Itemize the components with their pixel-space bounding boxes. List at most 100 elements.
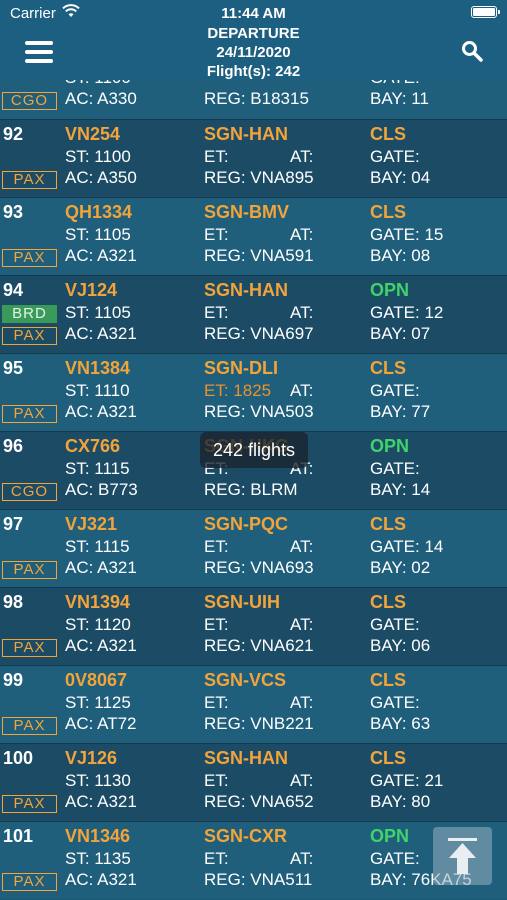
- flight-type-badge: PAX: [2, 717, 57, 735]
- flight-row[interactable]: 98 VN1394 SGN-UIH CLS ST: 1120 ET: AT: GATE: AC:…: [0, 587, 507, 665]
- flight-status: CLS: [370, 748, 406, 768]
- flight-row[interactable]: 97 VJ321 SGN-PQC CLS ST: 1115 ET: AT: GATE: 14 A…: [0, 509, 507, 587]
- estimated-time: ET:: [204, 147, 229, 166]
- aircraft-type: AC: A330: [65, 89, 137, 108]
- scheduled-time: ST: 1100: [65, 147, 131, 166]
- flight-code: QH1334: [65, 202, 133, 222]
- flight-code: 0V8067: [65, 670, 128, 690]
- aircraft-type: AC: A321: [65, 246, 137, 265]
- flight-status: CLS: [370, 514, 406, 534]
- flight-number-index: 99: [3, 670, 24, 690]
- scheduled-time: ST: 1115: [65, 537, 130, 556]
- flight-route: SGN-DLI: [204, 358, 278, 378]
- aircraft-registration: REG: VNA503: [204, 402, 314, 421]
- arrow-up-to-top-icon: [448, 838, 477, 874]
- scroll-to-top-button[interactable]: [433, 827, 492, 885]
- estimated-time: ET:: [204, 303, 229, 322]
- aircraft-registration: REG: VNA693: [204, 558, 314, 577]
- flight-type-badge: PAX: [2, 171, 57, 189]
- scheduled-time: ST: 1105: [65, 303, 131, 322]
- flight-status: OPN: [370, 826, 410, 846]
- flight-route: SGN-PQC: [204, 514, 289, 534]
- clock: 11:44 AM: [221, 5, 286, 22]
- flight-code: VJ321: [65, 514, 118, 534]
- flight-code: VJ126: [65, 748, 118, 768]
- search-icon[interactable]: [461, 40, 483, 62]
- flight-route: SGN-HAN: [204, 280, 288, 300]
- flight-count-toast: 242 flights: [200, 432, 308, 468]
- flight-number-index: 93: [3, 202, 24, 222]
- scheduled-time: ST: 1100: [65, 80, 131, 88]
- battery-icon: [471, 6, 500, 18]
- bay-info: BAY: 63: [370, 714, 431, 733]
- bay-info: BAY: 11: [370, 89, 429, 108]
- flight-row[interactable]: 94 VJ124 SGN-HAN OPN ST: 1105 ET: AT: GATE: 12 A…: [0, 275, 507, 353]
- flight-type-badge: PAX: [2, 327, 57, 345]
- flight-row[interactable]: 95 VN1384 SGN-DLI CLS ST: 1110 ET: 1825 AT: GAT…: [0, 353, 507, 431]
- aircraft-type: AC: A321: [65, 636, 137, 655]
- gate-info: GATE:: [370, 147, 420, 166]
- aircraft-registration: REG: BLRM: [204, 480, 298, 499]
- flight-type-badge: PAX: [2, 795, 57, 813]
- scheduled-time: ST: 1135: [65, 849, 131, 868]
- gate-info: GATE: 21: [370, 771, 444, 790]
- flight-status: OPN: [370, 436, 410, 456]
- estimated-time: ET:: [204, 537, 229, 556]
- bay-info: BAY: 80: [370, 792, 431, 811]
- gate-info: GATE:: [370, 849, 420, 868]
- flight-number-index: 100: [3, 748, 34, 768]
- flight-count: Flight(s): 242: [206, 63, 301, 80]
- flight-row[interactable]: 101 VN1346 SGN-CXR OPN ST: 1135 ET: AT: GATE: AC…: [0, 821, 507, 899]
- flight-status: CLS: [370, 358, 406, 378]
- actual-time: AT:: [290, 693, 314, 712]
- bay-info: BAY: 07: [370, 324, 431, 343]
- flight-row[interactable]: ST: 1100 GATE: AC: A330 REG: B18315 BAY: 11 C…: [0, 80, 507, 119]
- flight-route: SGN-HAN: [204, 748, 288, 768]
- estimated-time: ET: 1825: [204, 381, 272, 400]
- gate-info: GATE: 15: [370, 225, 444, 244]
- flight-route: SGN-HAN: [204, 124, 288, 144]
- aircraft-type: AC: A350: [65, 168, 137, 187]
- aircraft-type: AC: AT72: [65, 714, 137, 733]
- estimated-time: ET:: [204, 225, 229, 244]
- scheduled-time: ST: 1110: [65, 381, 130, 400]
- aircraft-type: AC: A321: [65, 324, 137, 343]
- page-title-text: DEPARTURE: [207, 25, 300, 42]
- flight-status: CLS: [370, 124, 406, 144]
- flight-route: SGN-UIH: [204, 592, 280, 612]
- scheduled-time: ST: 1130: [65, 771, 131, 790]
- flight-list-content: ST: 1100 GATE: AC: A330 REG: B18315 BAY: 11 C…: [0, 80, 507, 899]
- scheduled-time: ST: 1115: [65, 459, 130, 478]
- flight-code: VN1384: [65, 358, 131, 378]
- flight-number-index: 92: [3, 124, 24, 144]
- flight-status: CLS: [370, 670, 406, 690]
- estimated-time: ET:: [204, 615, 229, 634]
- estimated-time: ET:: [204, 693, 229, 712]
- actual-time: AT:: [290, 381, 314, 400]
- flight-row[interactable]: 99 0V8067 SGN-VCS CLS ST: 1125 ET: AT: GATE: AC:…: [0, 665, 507, 743]
- flight-row[interactable]: 100 VJ126 SGN-HAN CLS ST: 1130 ET: AT: GATE: 21…: [0, 743, 507, 821]
- flight-row[interactable]: 92 VN254 SGN-HAN CLS ST: 1100 ET: AT: GATE: AC: …: [0, 119, 507, 197]
- flight-number-index: 97: [3, 514, 24, 534]
- actual-time: AT:: [290, 303, 314, 322]
- gate-info: GATE:: [370, 459, 420, 478]
- actual-time: AT:: [290, 615, 314, 634]
- gate-info: GATE:: [370, 80, 420, 88]
- actual-time: AT:: [290, 849, 314, 868]
- aircraft-registration: REG: B18315: [204, 89, 309, 108]
- aircraft-registration: REG: VNA895: [204, 168, 314, 187]
- flight-list[interactable]: ST: 1100 GATE: AC: A330 REG: B18315 BAY: 11 C…: [0, 80, 507, 900]
- flight-number-index: 96: [3, 436, 24, 456]
- flight-number-index: 101: [3, 826, 34, 846]
- flight-row[interactable]: 93 QH1334 SGN-BMV CLS ST: 1105 ET: AT: GATE: 15…: [0, 197, 507, 275]
- aircraft-type: AC: A321: [65, 792, 137, 811]
- bay-info: BAY: 02: [370, 558, 431, 577]
- flight-route: SGN-VCS: [204, 670, 287, 690]
- aircraft-registration: REG: VNB221: [204, 714, 314, 733]
- aircraft-registration: REG: VNA591: [204, 246, 314, 265]
- aircraft-registration: REG: VNA652: [204, 792, 314, 811]
- bay-info: BAY: 77: [370, 402, 431, 421]
- gate-info: GATE:: [370, 615, 420, 634]
- flight-status: CLS: [370, 202, 406, 222]
- page-title: DEPARTURE 24/11/2020 Flight(s): 242: [0, 24, 507, 81]
